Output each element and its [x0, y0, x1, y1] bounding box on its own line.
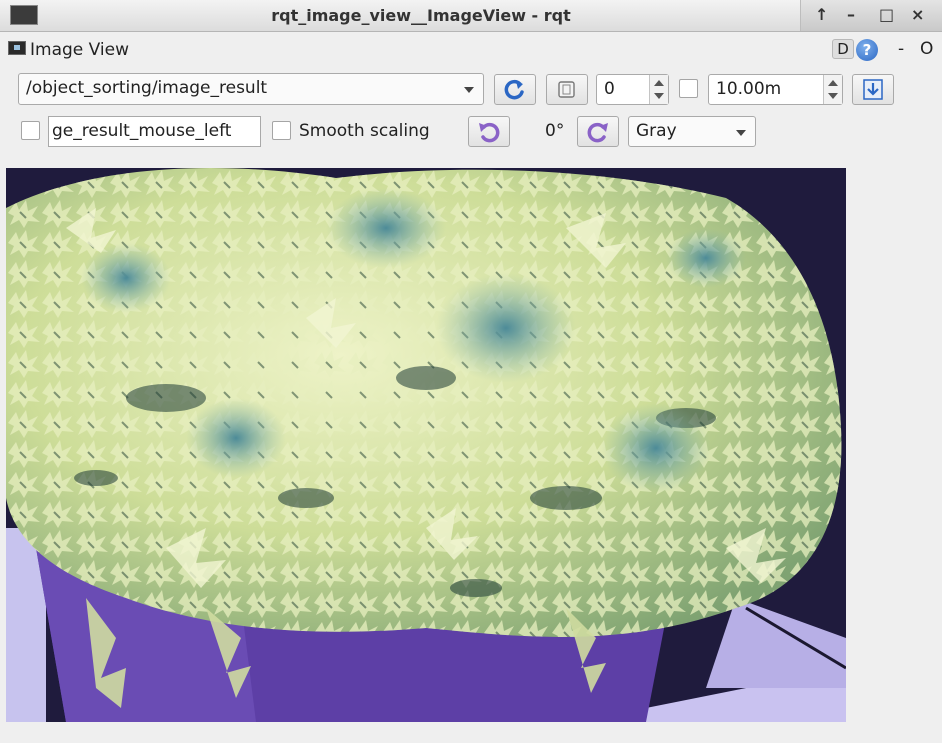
spin-arrows-icon[interactable]	[649, 75, 668, 104]
window-title: rqt_image_view__ImageView - rqt	[271, 6, 571, 25]
window-close-icon[interactable]: ×	[911, 5, 924, 24]
save-as-image-button[interactable]	[852, 74, 894, 105]
camera-image	[6, 168, 846, 722]
chevron-down-icon	[736, 130, 746, 136]
frame-spin-value: 0	[604, 79, 615, 99]
dock-minimize-button[interactable]: -	[898, 39, 904, 59]
dock-d-button[interactable]: D	[832, 39, 854, 59]
rotate-right-icon	[587, 122, 608, 143]
window-titlebar: rqt_image_view__ImageView - rqt ↑ – □ ×	[0, 0, 942, 32]
save-frame-button[interactable]	[546, 74, 588, 105]
help-icon[interactable]: ?	[856, 39, 878, 61]
window-keep-above-icon[interactable]: ↑	[815, 5, 828, 24]
refresh-topics-button[interactable]	[494, 74, 536, 105]
colormap-value: Gray	[636, 121, 677, 141]
frame-icon	[558, 81, 575, 98]
rotate-right-button[interactable]	[577, 116, 619, 147]
frame-spinbox[interactable]: 0	[596, 74, 669, 105]
topic-combobox[interactable]: /object_sorting/image_result	[18, 73, 484, 105]
dock-options-button[interactable]: O	[920, 39, 933, 59]
colormap-combobox[interactable]: Gray	[628, 116, 756, 147]
dock-title: Image View	[30, 40, 129, 60]
rotation-label: 0°	[545, 121, 565, 141]
rotate-left-icon	[479, 122, 500, 143]
image-display[interactable]	[6, 168, 846, 722]
save-down-icon	[863, 79, 883, 100]
refresh-icon	[504, 79, 524, 100]
window-controls: ↑ – □ ×	[800, 0, 942, 31]
mouse-publish-checkbox[interactable]	[21, 121, 40, 140]
duration-value: 10.00m	[716, 79, 782, 99]
smooth-scaling-label: Smooth scaling	[299, 121, 430, 141]
spin-arrows-icon[interactable]	[823, 75, 842, 104]
chevron-down-icon	[464, 87, 474, 93]
dock-header: Image View D ? - O	[0, 36, 942, 64]
topic-value: /object_sorting/image_result	[26, 78, 268, 98]
duration-spinbox[interactable]: 10.00m	[708, 74, 843, 105]
mouse-topic-value: ge_result_mouse_left	[52, 121, 232, 141]
rotate-left-button[interactable]	[468, 116, 510, 147]
mouse-topic-field[interactable]: ge_result_mouse_left	[48, 116, 261, 147]
window-maximize-icon[interactable]: □	[879, 5, 894, 24]
smooth-scaling-checkbox[interactable]	[272, 121, 291, 140]
duration-checkbox[interactable]	[679, 79, 698, 98]
image-view-icon	[8, 41, 26, 55]
window-minimize-icon[interactable]: –	[847, 5, 855, 24]
